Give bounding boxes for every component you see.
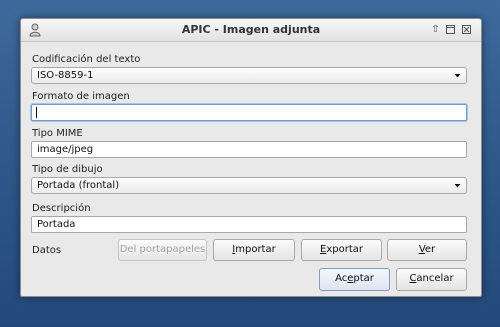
picture-type-select[interactable]: Portada (frontal): [31, 177, 467, 194]
chevron-down-icon: [454, 74, 461, 78]
picture-type-label: Tipo de dibujo: [32, 164, 103, 175]
picture-type-value: Portada (frontal): [37, 180, 120, 191]
mime-type-label: Tipo MIME: [32, 128, 83, 139]
window-title: APIC - Imagen adjunta: [181, 23, 321, 36]
maximize-icon[interactable]: [445, 24, 456, 35]
image-format-input[interactable]: [31, 104, 467, 121]
view-button[interactable]: Ver: [387, 239, 467, 261]
from-clipboard-button[interactable]: Del portapapeles: [118, 239, 207, 261]
import-button[interactable]: Importar: [213, 239, 295, 261]
export-button[interactable]: Exportar: [301, 239, 382, 261]
title-bar[interactable]: APIC - Imagen adjunta ⇧: [21, 19, 481, 42]
chevron-down-icon: [454, 184, 461, 188]
cancel-button[interactable]: Cancelar: [396, 268, 467, 291]
data-label: Datos: [32, 245, 62, 256]
encoding-select[interactable]: ISO-8859-1: [31, 67, 467, 84]
mime-type-value: image/jpeg: [37, 144, 94, 155]
encoding-value: ISO-8859-1: [37, 70, 94, 81]
apic-dialog: APIC - Imagen adjunta ⇧ Codificación del…: [20, 18, 482, 297]
mime-type-input[interactable]: image/jpeg: [31, 141, 467, 158]
image-format-label: Formato de imagen: [32, 91, 130, 102]
description-input[interactable]: Portada: [31, 216, 467, 233]
text-caret: [36, 107, 37, 118]
encoding-label: Codificación del texto: [32, 54, 141, 65]
shade-icon[interactable]: ⇧: [430, 24, 441, 35]
description-label: Descripción: [32, 203, 91, 214]
accept-button[interactable]: Aceptar: [319, 268, 390, 291]
description-value: Portada: [37, 219, 76, 230]
close-icon[interactable]: [461, 24, 472, 35]
